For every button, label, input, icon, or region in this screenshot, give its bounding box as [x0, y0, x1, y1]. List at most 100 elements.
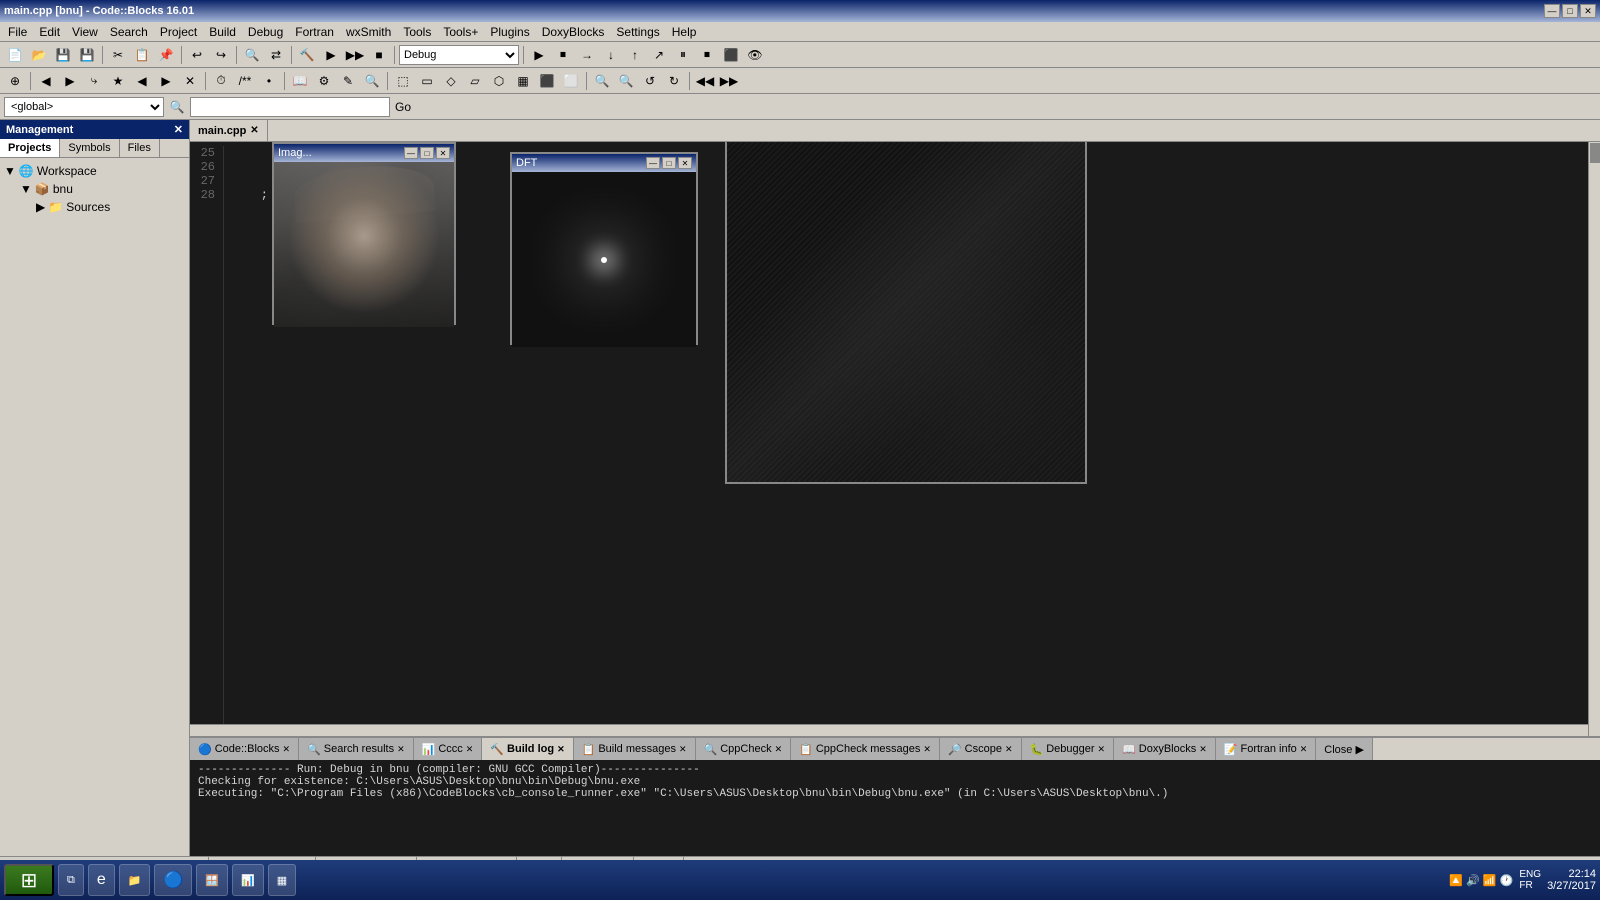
menu-project[interactable]: Project: [154, 23, 203, 41]
menu-doxyblocks[interactable]: DoxyBlocks: [536, 23, 611, 41]
menu-debug[interactable]: Debug: [242, 23, 289, 41]
menu-tools[interactable]: Tools: [397, 23, 437, 41]
float-close-dft[interactable]: ✕: [678, 157, 692, 169]
new-btn[interactable]: 📄: [4, 44, 26, 66]
shape2-btn[interactable]: ▱: [464, 70, 486, 92]
taskbar-taskview[interactable]: ⧉: [58, 864, 84, 896]
paste-btn[interactable]: 📌: [155, 44, 177, 66]
bottom-tab-codeblocks[interactable]: 🔵 Code::Blocks ✕: [190, 738, 299, 760]
tab-projects[interactable]: Projects: [0, 139, 60, 157]
rect-btn[interactable]: ▭: [416, 70, 438, 92]
menu-search[interactable]: Search: [104, 23, 154, 41]
doc2-btn[interactable]: •: [258, 70, 280, 92]
shape-btn[interactable]: ◇: [440, 70, 462, 92]
float-maximize-imag[interactable]: □: [420, 147, 434, 159]
stop-btn[interactable]: ■: [368, 44, 390, 66]
sidebar-close-icon[interactable]: ✕: [174, 123, 183, 136]
start-button[interactable]: ⊞: [4, 864, 54, 896]
nav-prev-btn[interactable]: ◀◀: [694, 70, 716, 92]
tb2-btn8[interactable]: ⚙: [313, 70, 335, 92]
taskbar-explorer[interactable]: 📁: [119, 864, 151, 896]
build-log-tab-close[interactable]: ✕: [557, 744, 565, 755]
bottom-tab-close[interactable]: Close ▶: [1316, 738, 1373, 760]
shape3-btn[interactable]: ⬡: [488, 70, 510, 92]
select-btn[interactable]: ⬚: [392, 70, 414, 92]
shape6-btn[interactable]: ⬜: [560, 70, 582, 92]
bottom-tab-cccc[interactable]: 📊 Cccc ✕: [414, 738, 483, 760]
fortran-info-tab-close[interactable]: ✕: [1300, 744, 1308, 755]
cscope-tab-close[interactable]: ✕: [1005, 744, 1013, 755]
back-btn[interactable]: ◀: [35, 70, 57, 92]
minimize-button[interactable]: —: [1544, 4, 1560, 18]
float-maximize-dft[interactable]: □: [662, 157, 676, 169]
debug-start-btn[interactable]: ▶: [528, 44, 550, 66]
taskbar-win[interactable]: 🪟: [196, 864, 228, 896]
bottom-tab-cppcheck[interactable]: 🔍 CppCheck ✕: [696, 738, 792, 760]
replace-btn[interactable]: ⇄: [265, 44, 287, 66]
codeblocks-tab-close[interactable]: ✕: [283, 744, 291, 755]
debug-pause-btn[interactable]: ⏸: [672, 44, 694, 66]
bottom-tab-cppcheck-messages[interactable]: 📋 CppCheck messages ✕: [791, 738, 940, 760]
bm-prev-btn[interactable]: ◀: [131, 70, 153, 92]
debug-step-btn[interactable]: ↓: [600, 44, 622, 66]
tab-files[interactable]: Files: [120, 139, 160, 157]
menu-fortran[interactable]: Fortran: [289, 23, 340, 41]
bottom-tab-search-results[interactable]: 🔍 Search results ✕: [299, 738, 414, 760]
menu-help[interactable]: Help: [666, 23, 703, 41]
float-close-imag[interactable]: ✕: [436, 147, 450, 159]
tree-bnu[interactable]: ▼ 📦 bnu: [20, 180, 185, 198]
editor-tab-main-cpp[interactable]: main.cpp ✕: [190, 120, 268, 141]
loop-btn[interactable]: ↻: [663, 70, 685, 92]
shape5-btn[interactable]: ⬛: [536, 70, 558, 92]
doc-btn[interactable]: /**: [234, 70, 256, 92]
refresh-btn[interactable]: ↺: [639, 70, 661, 92]
search-btn[interactable]: 🔍: [241, 44, 263, 66]
zoom-out-btn[interactable]: 🔍: [615, 70, 637, 92]
debug-stop2-btn[interactable]: ⏹: [696, 44, 718, 66]
open-btn[interactable]: 📂: [28, 44, 50, 66]
bottom-tab-debugger[interactable]: 🐛 Debugger ✕: [1022, 738, 1115, 760]
fwd-btn[interactable]: ▶: [59, 70, 81, 92]
tree-workspace[interactable]: ▼ 🌐 Workspace: [4, 162, 185, 180]
taskbar-edge[interactable]: 🔵: [154, 864, 192, 896]
bottom-tab-build-log[interactable]: 🔨 Build log ✕: [482, 738, 573, 760]
taskbar-app[interactable]: ▦: [268, 864, 296, 896]
float-minimize-imag[interactable]: —: [404, 147, 418, 159]
tb2-btn10[interactable]: 🔍: [361, 70, 383, 92]
cppcheck-messages-tab-close[interactable]: ✕: [923, 744, 931, 755]
jump-btn[interactable]: ⤷: [83, 70, 105, 92]
menu-edit[interactable]: Edit: [33, 23, 66, 41]
editor-vscroll[interactable]: [1588, 142, 1600, 736]
menu-view[interactable]: View: [66, 23, 104, 41]
shape4-btn[interactable]: ▦: [512, 70, 534, 92]
vscroll-thumb[interactable]: [1590, 143, 1600, 163]
float-minimize-dft[interactable]: —: [646, 157, 660, 169]
menu-settings[interactable]: Settings: [610, 23, 665, 41]
tab-symbols[interactable]: Symbols: [60, 139, 119, 157]
editor-hscroll[interactable]: [190, 724, 1588, 736]
build-messages-tab-close[interactable]: ✕: [679, 744, 687, 755]
debug-watches-btn[interactable]: 👁: [744, 44, 766, 66]
save-btn[interactable]: 💾: [52, 44, 74, 66]
maximize-button[interactable]: □: [1562, 4, 1578, 18]
build-run-btn[interactable]: ▶▶: [344, 44, 366, 66]
profile-btn[interactable]: ⏱: [210, 70, 232, 92]
save-all-btn[interactable]: 💾: [76, 44, 98, 66]
run-btn[interactable]: ▶: [320, 44, 342, 66]
debug-stop-btn[interactable]: ⏹: [552, 44, 574, 66]
search-input[interactable]: [190, 97, 390, 117]
doxyblocks-tab-close[interactable]: ✕: [1199, 744, 1207, 755]
bottom-tab-cscope[interactable]: 🔎 Cscope ✕: [940, 738, 1022, 760]
global-combo[interactable]: <global>: [4, 97, 164, 117]
bm-next-btn[interactable]: ▶: [155, 70, 177, 92]
close-button[interactable]: ✕: [1580, 4, 1596, 18]
search-results-tab-close[interactable]: ✕: [397, 744, 405, 755]
redo-btn[interactable]: ↪: [210, 44, 232, 66]
debug-run-cursor-btn[interactable]: ↗: [648, 44, 670, 66]
nav-next-btn[interactable]: ▶▶: [718, 70, 740, 92]
debug-out-btn[interactable]: ↑: [624, 44, 646, 66]
tb2-btn1[interactable]: ⊕: [4, 70, 26, 92]
editor-tab-close-icon[interactable]: ✕: [250, 125, 258, 136]
bookmark-btn[interactable]: ★: [107, 70, 129, 92]
menu-file[interactable]: File: [2, 23, 33, 41]
